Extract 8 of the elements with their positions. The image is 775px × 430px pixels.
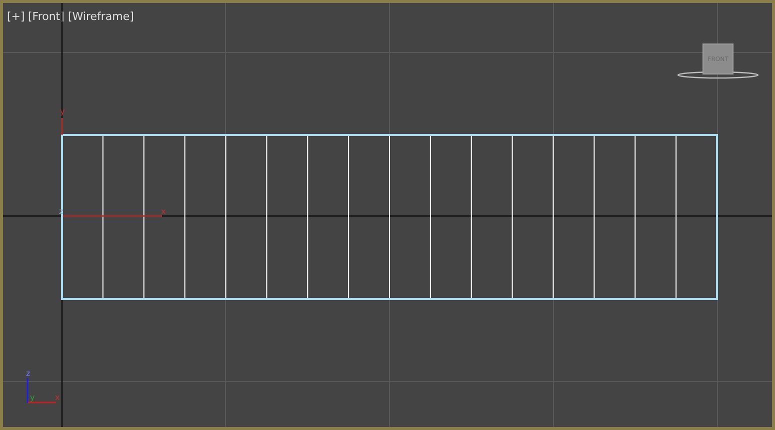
viewport-menu[interactable]: [Front]: [28, 10, 64, 23]
axis-label: y: [60, 107, 65, 116]
axis-tripod-drawing: z y x: [26, 369, 60, 404]
axis-label: x: [161, 207, 166, 216]
y-axis-line: [61, 118, 63, 135]
axis-label: z: [59, 207, 64, 216]
viewport-menu[interactable]: [Wireframe]: [68, 10, 134, 23]
viewport-menu[interactable]: [+]: [7, 10, 25, 23]
